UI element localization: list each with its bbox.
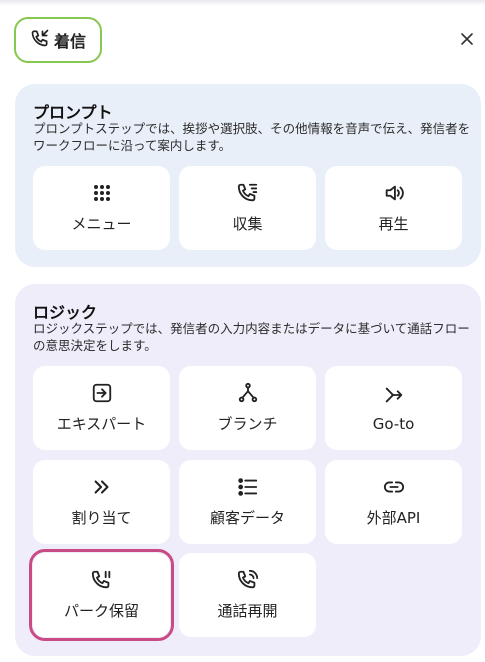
tile-customer-data[interactable]: 顧客データ (179, 460, 316, 544)
phone-resume-icon (237, 569, 259, 591)
logic-section: ロジック ロジックステップでは、発信者の入力内容またはデータに基づいて通話フロー… (15, 284, 481, 656)
tile-label: エキスパート (56, 415, 147, 433)
tile-label: メニュー (71, 215, 132, 233)
tile-label: 割り当て (71, 509, 132, 527)
phone-collect-icon (237, 182, 259, 204)
link-icon (383, 476, 405, 498)
tile-label: 再生 (378, 215, 409, 233)
close-button[interactable] (456, 30, 478, 52)
tile-menu[interactable]: メニュー (33, 166, 170, 250)
tile-label: 収集 (232, 215, 263, 233)
tile-expert[interactable]: エキスパート (33, 366, 170, 450)
close-icon (459, 31, 475, 51)
tile-goto[interactable]: Go-to (325, 366, 462, 450)
tile-resume-call[interactable]: 通話再開 (179, 553, 316, 637)
double-chevron-icon (91, 476, 113, 498)
tile-collect[interactable]: 収集 (179, 166, 316, 250)
phone-incoming-icon (30, 28, 50, 52)
tile-play[interactable]: 再生 (325, 166, 462, 250)
prompt-section: プロンプト プロンプトステップでは、挨拶や選択肢、その他情報を音声で伝え、発信者… (15, 84, 481, 267)
phone-hold-icon (91, 569, 113, 591)
section-desc-prompt: プロンプトステップでは、挨拶や選択肢、その他情報を音声で伝え、発信者をワークフロ… (33, 121, 471, 153)
tile-label: パーク保留 (63, 602, 139, 620)
tile-label: Go-to (372, 414, 415, 433)
speaker-play-icon (383, 182, 405, 204)
dial-grid-icon (91, 182, 113, 204)
tile-park-hold[interactable]: パーク保留 (29, 549, 174, 641)
list-icon (237, 476, 259, 498)
top-shadow (0, 0, 485, 6)
tile-label: 外部API (366, 509, 421, 527)
tile-branch[interactable]: ブランチ (179, 366, 316, 450)
tile-label: ブランチ (217, 415, 278, 433)
section-desc-logic: ロジックステップでは、発信者の入力内容またはデータに基づいて通話フローの意思決定… (33, 321, 470, 353)
incoming-chip-label: 着信 (53, 32, 86, 51)
incoming-call-chip[interactable]: 着信 (14, 17, 102, 63)
goto-arrow-icon (383, 384, 405, 406)
tile-assign[interactable]: 割り当て (33, 460, 170, 544)
transfer-in-icon (91, 382, 113, 404)
tile-label: 顧客データ (209, 509, 285, 527)
branch-icon (237, 382, 259, 404)
tile-label: 通話再開 (217, 602, 278, 620)
step-picker-panel: 着信 プロンプト プロンプトステップでは、挨拶や選択肢、その他情報を音声で伝え、… (0, 0, 485, 662)
tile-external-api[interactable]: 外部API (325, 460, 462, 544)
